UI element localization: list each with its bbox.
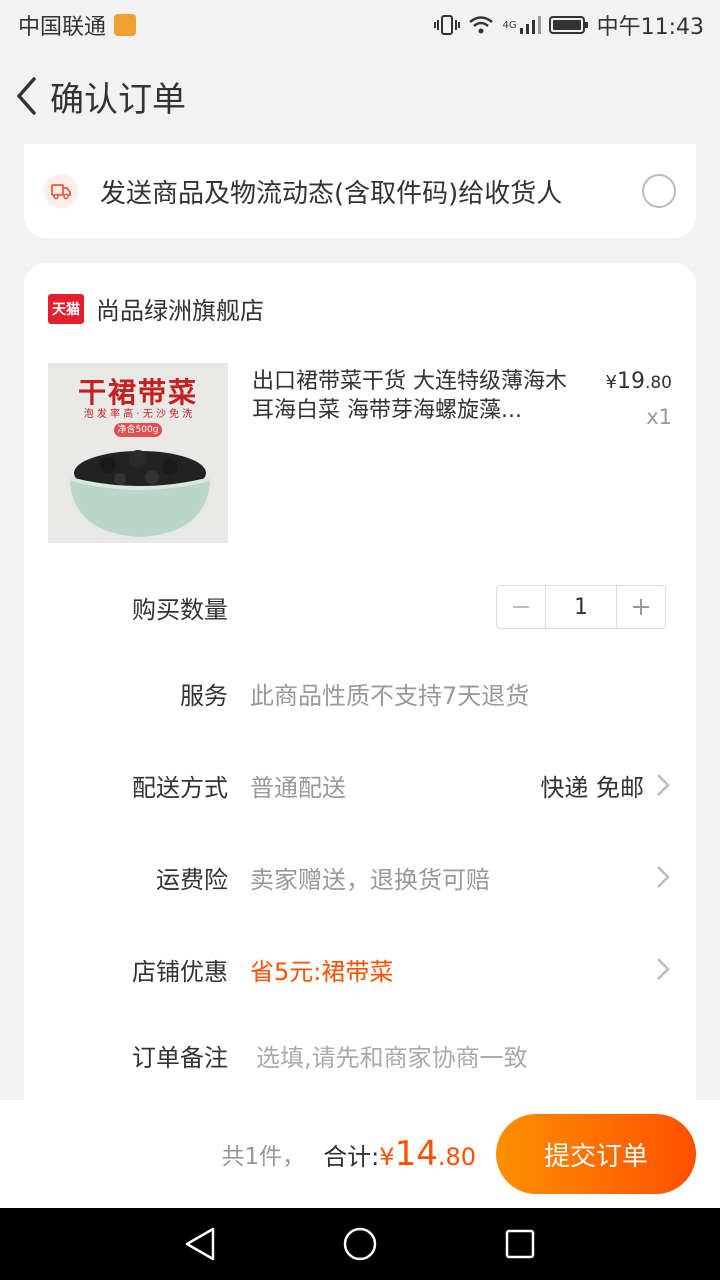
chevron-right-icon — [656, 773, 696, 797]
page-title: 确认订单 — [50, 79, 186, 120]
insurance-row[interactable]: 运费险 卖家赠送，退换货可赔 — [24, 847, 696, 907]
discount-value: 省5元:裙带菜 — [250, 957, 394, 986]
product-image-subtitle: 泡 发 率 高 · 无 沙 免 洗 — [83, 409, 193, 420]
nav-recents-button[interactable] — [490, 1214, 550, 1274]
notify-receiver-radio[interactable] — [642, 174, 676, 208]
nav-header: 确认订单 — [0, 50, 720, 142]
notify-receiver-label: 发送商品及物流动态(含取件码)给收货人 — [100, 178, 563, 209]
delivery-value: 普通配送 — [250, 773, 346, 802]
carrier-logo-icon — [114, 14, 137, 36]
triangle-back-icon — [185, 1227, 215, 1261]
notify-receiver-card[interactable]: 发送商品及物流动态(含取件码)给收货人 — [24, 144, 696, 238]
product-quantity: x1 — [646, 405, 672, 429]
insurance-value: 卖家赠送，退换货可赔 — [250, 865, 490, 894]
total-label: 合计: — [323, 1142, 380, 1171]
remark-label: 订单备注 — [132, 1043, 228, 1072]
nav-back-button[interactable] — [170, 1214, 230, 1274]
quantity-stepper[interactable]: 1 — [496, 585, 666, 629]
submit-order-button[interactable]: 提交订单 — [496, 1114, 696, 1194]
status-right: 4G 中午11:43 — [434, 9, 704, 41]
tmall-badge-icon: 天猫 — [48, 293, 84, 324]
square-recents-icon — [505, 1229, 535, 1259]
price-dec: .80 — [644, 373, 672, 393]
total-currency: ¥ — [379, 1143, 395, 1171]
quantity-value[interactable]: 1 — [545, 586, 617, 628]
chevron-left-icon — [17, 77, 36, 115]
total-amount: ¥14.80 — [379, 1134, 476, 1174]
battery-icon — [548, 14, 589, 36]
price-currency: ¥ — [605, 372, 617, 393]
remark-row[interactable]: 订单备注 选填,请先和商家协商一致 — [24, 1025, 696, 1085]
delivery-label: 配送方式 — [132, 773, 228, 802]
insurance-label: 运费险 — [156, 865, 228, 894]
order-card: 天猫 尚品绿洲旗舰店 干裙带菜 泡 发 率 高 · 无 沙 免 洗 净含500g… — [24, 263, 696, 1123]
clock: 中午11:43 — [596, 15, 704, 40]
system-nav-bar — [0, 1208, 720, 1280]
minus-icon — [513, 606, 529, 608]
circle-home-icon — [343, 1227, 377, 1261]
product-price: ¥19.80 — [606, 369, 673, 394]
truck-icon — [44, 174, 78, 208]
delivery-right-value: 快递 免邮 — [540, 773, 644, 802]
delivery-row[interactable]: 配送方式 普通配送 快递 免邮 — [24, 755, 696, 815]
increment-button[interactable] — [617, 586, 665, 628]
service-row: 服务 此商品性质不支持7天退货 — [24, 663, 696, 723]
network-type: 4G — [502, 19, 517, 31]
signal-icon: 4G — [502, 14, 541, 36]
back-button[interactable] — [6, 66, 46, 126]
status-left: 中国联通 — [18, 9, 137, 41]
quantity-label: 购买数量 — [132, 595, 228, 624]
status-bar: 中国联通 4G 中午11:43 — [0, 0, 720, 50]
plus-icon — [633, 599, 649, 615]
product-title[interactable]: 出口裙带菜干货 大连特级薄海木耳海白菜 海带芽海螺旋藻... — [252, 367, 582, 425]
wifi-icon — [468, 14, 494, 36]
product-image[interactable]: 干裙带菜 泡 发 率 高 · 无 沙 免 洗 净含500g — [48, 363, 228, 543]
decrement-button[interactable] — [497, 586, 545, 628]
checkout-bar: 共1件， 合计: ¥14.80 提交订单 — [0, 1100, 720, 1208]
discount-label: 店铺优惠 — [132, 957, 228, 986]
total-int: 14 — [394, 1134, 438, 1174]
total-dec: .80 — [437, 1143, 476, 1171]
chevron-right-icon — [656, 865, 696, 889]
service-label: 服务 — [180, 681, 228, 710]
item-count: 共1件， — [221, 1144, 306, 1170]
seaweed-bowl-icon — [69, 450, 211, 537]
chevron-right-icon — [656, 957, 696, 981]
nav-home-button[interactable] — [330, 1214, 390, 1274]
service-value: 此商品性质不支持7天退货 — [250, 681, 530, 710]
price-int: 19 — [616, 369, 645, 394]
store-name: 尚品绿洲旗舰店 — [96, 297, 264, 325]
carrier-name: 中国联通 — [18, 15, 107, 40]
store-row[interactable]: 天猫 尚品绿洲旗舰店 — [48, 291, 264, 326]
store-discount-row[interactable]: 店铺优惠 省5元:裙带菜 — [24, 939, 696, 999]
vibrate-icon — [434, 14, 461, 36]
remark-input[interactable]: 选填,请先和商家协商一致 — [256, 1038, 696, 1073]
